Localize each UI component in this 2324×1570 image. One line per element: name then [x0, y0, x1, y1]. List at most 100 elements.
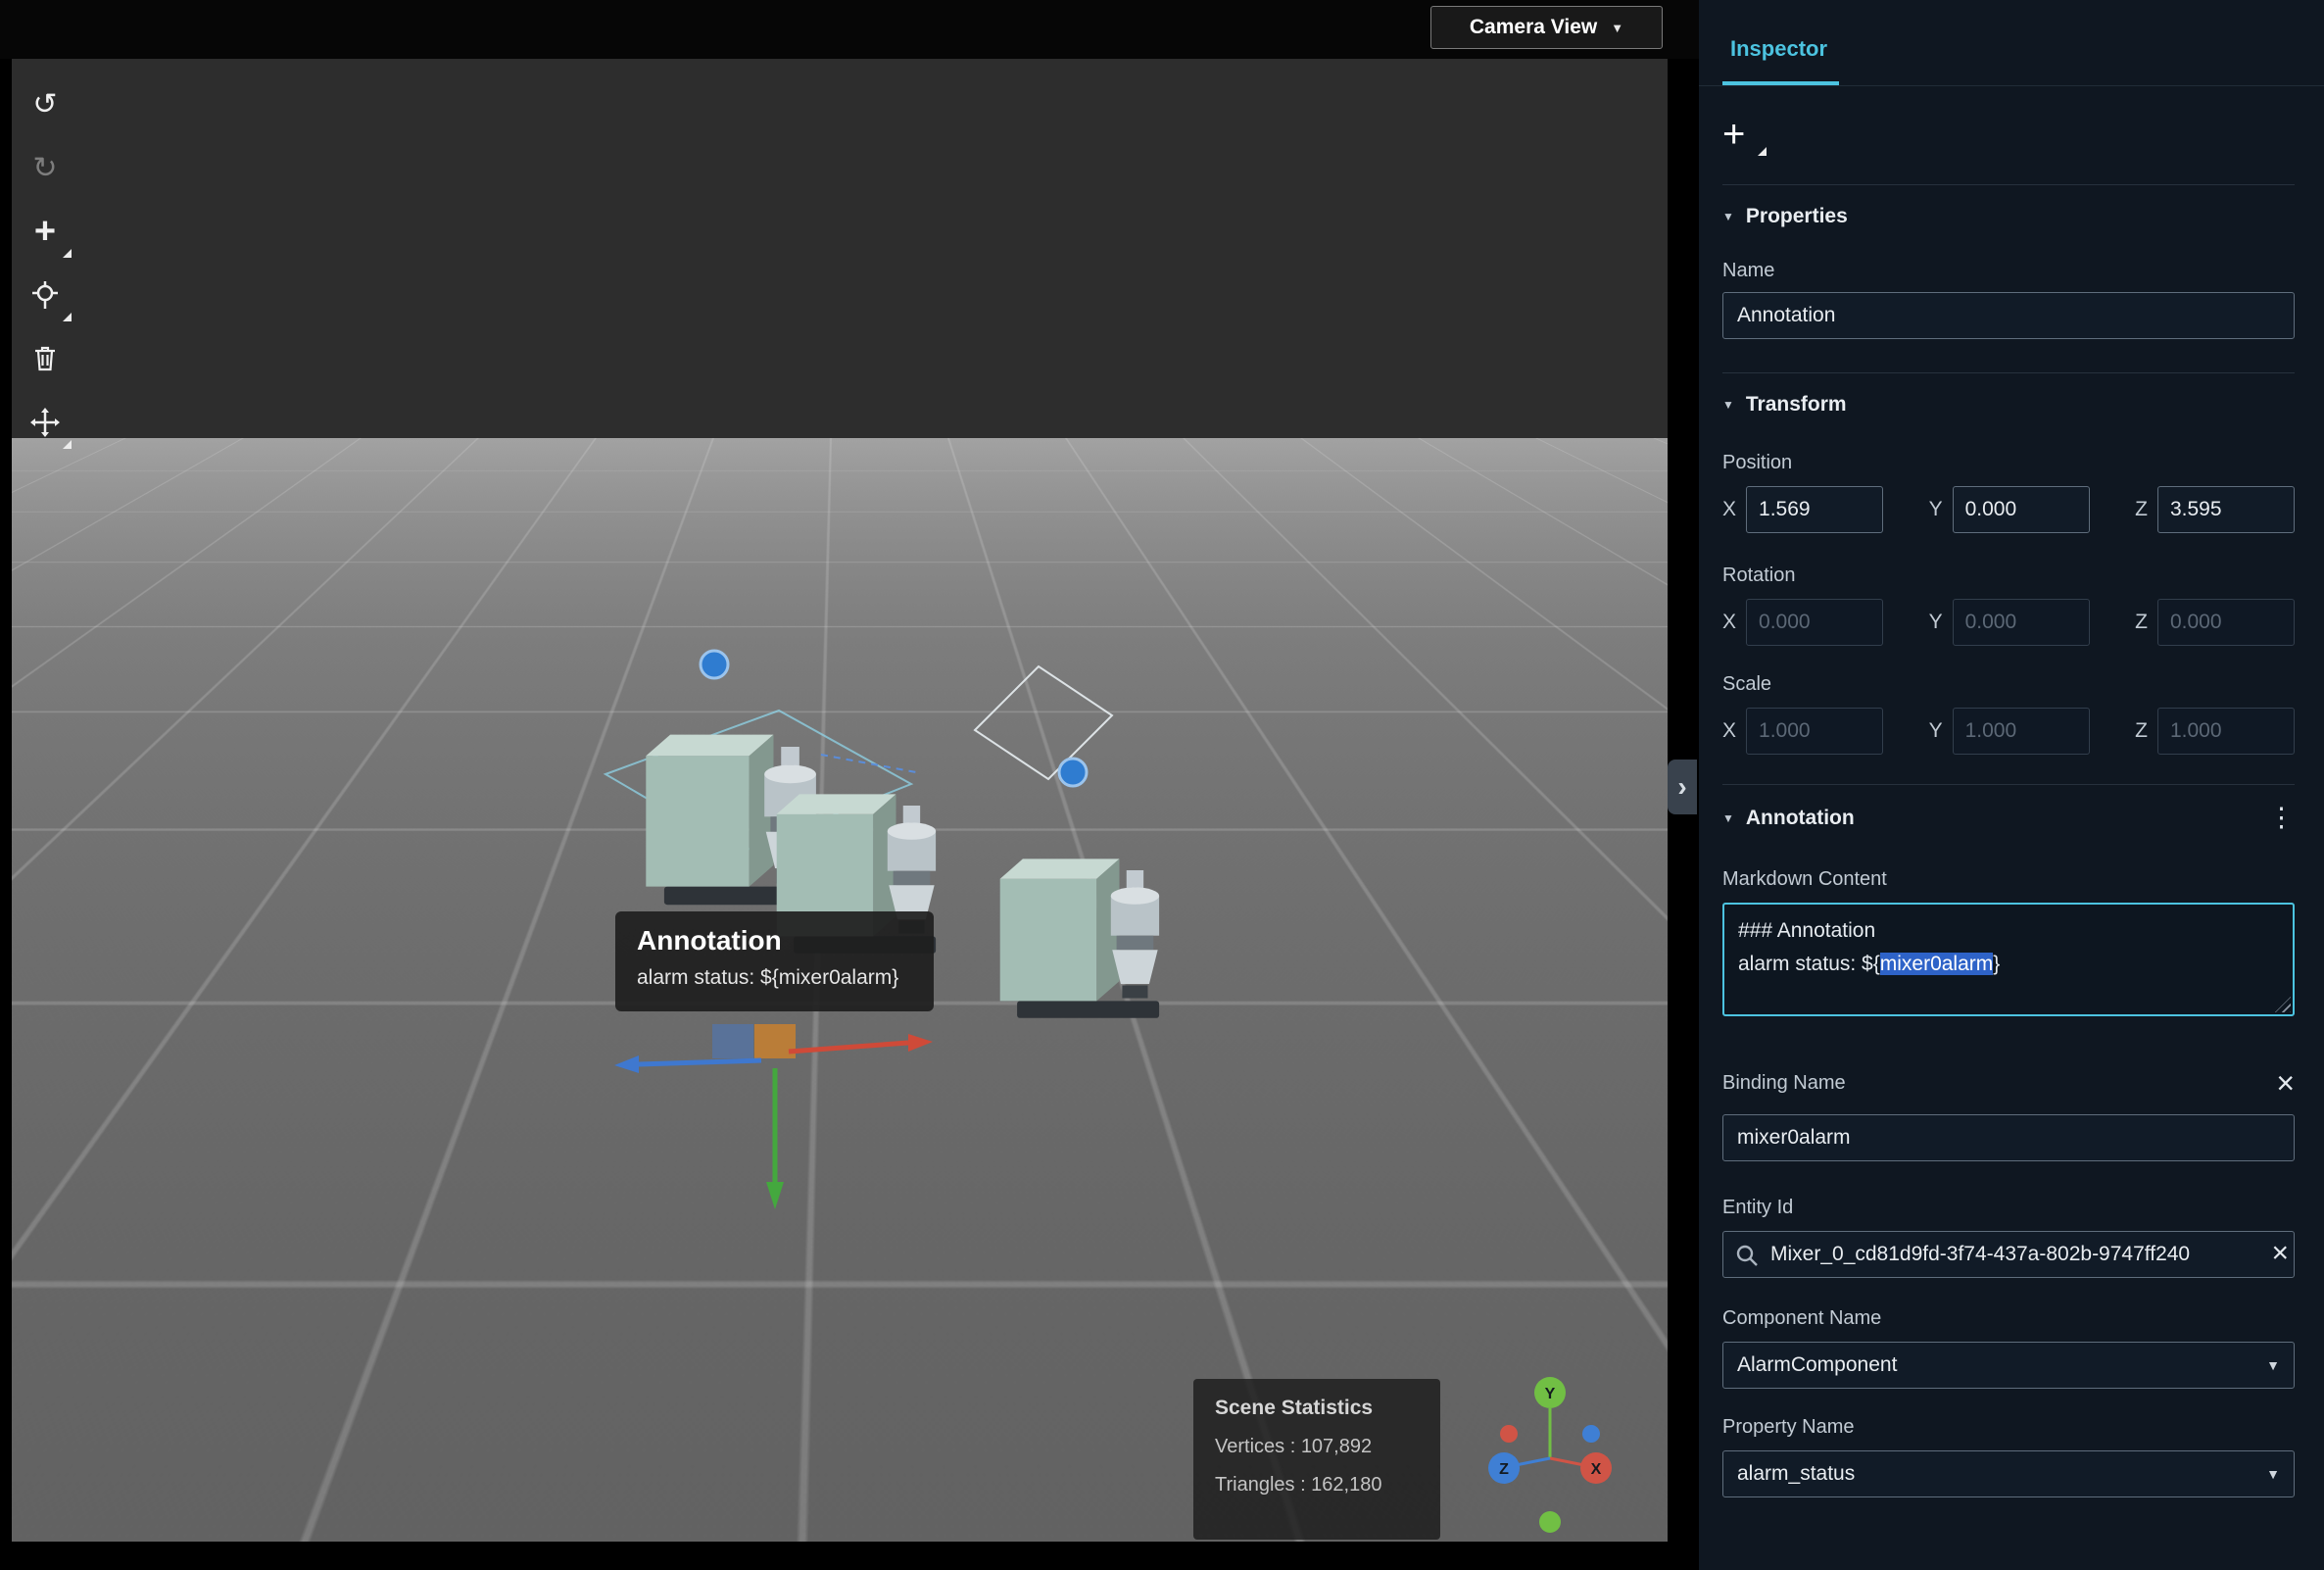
- undo-icon: ↺: [32, 87, 58, 121]
- annotation-overlay-title: Annotation: [637, 925, 782, 956]
- component-name-value: AlarmComponent: [1737, 1353, 1898, 1376]
- 3d-viewport[interactable]: ↺ ↻ + Annotation alarm status: ${mixer0a…: [12, 59, 1668, 1542]
- axis-y-label: Y: [1928, 719, 1943, 742]
- axis-neg-z-dot: [1582, 1425, 1600, 1443]
- section-annotation-header[interactable]: ▼ Annotation ⋮: [1722, 795, 2295, 841]
- axis-y-label: Y: [1928, 498, 1943, 520]
- selection-dashed-edge: [820, 754, 917, 773]
- flyout-indicator-icon: [63, 440, 72, 449]
- position-z-input[interactable]: [2156, 486, 2295, 533]
- scene-statistics-vertices: Vertices : 107,892: [1215, 1436, 1373, 1457]
- selection-handle[interactable]: [699, 649, 730, 680]
- chevron-right-icon: ›: [1677, 771, 1687, 802]
- annotation-frame-wireframe: [973, 664, 1114, 781]
- axis-y-label: Y: [1928, 611, 1943, 633]
- axis-neg-x-dot: [1500, 1425, 1518, 1443]
- annotation-overlay-body: alarm status: ${mixer0alarm}: [637, 966, 899, 989]
- delete-button[interactable]: [16, 329, 74, 388]
- resize-grip[interactable]: [2275, 997, 2291, 1012]
- axis-z-label: Z: [2135, 498, 2148, 520]
- component-name-select[interactable]: AlarmComponent ▼: [1722, 1342, 2295, 1389]
- kebab-menu-icon[interactable]: ⋮: [2268, 805, 2295, 831]
- entity-id-input[interactable]: [1722, 1231, 2295, 1278]
- redo-button[interactable]: ↻: [16, 138, 74, 197]
- translate-gizmo-x-arrow[interactable]: [788, 1034, 933, 1055]
- rotation-z-input: [2156, 599, 2295, 646]
- chevron-down-icon: ▼: [1611, 20, 1624, 35]
- markdown-content-textarea[interactable]: ### Annotation alarm status: ${mixer0ala…: [1722, 903, 2295, 1016]
- scale-label: Scale: [1722, 673, 1772, 695]
- undo-button[interactable]: ↺: [16, 74, 74, 133]
- scale-z-input: [2156, 708, 2295, 755]
- selection-handle[interactable]: [1057, 757, 1089, 788]
- flyout-indicator-icon: [63, 313, 72, 321]
- remove-binding-button[interactable]: ×: [2276, 1067, 2295, 1099]
- property-name-value: alarm_status: [1737, 1462, 1856, 1485]
- binding-name-row: Binding Name ×: [1722, 1067, 2295, 1099]
- binding-name-input[interactable]: [1722, 1114, 2295, 1161]
- scene-toolbar: ↺ ↻ +: [16, 74, 74, 452]
- clear-entity-button[interactable]: ×: [2271, 1239, 2289, 1268]
- tab-inspector[interactable]: Inspector: [1722, 36, 1840, 85]
- entity-id-field: ×: [1722, 1231, 2295, 1278]
- position-x-input[interactable]: [1746, 486, 1884, 533]
- axis-triad-gizmo[interactable]: Y X Z: [1477, 1375, 1633, 1542]
- markdown-line-1: ### Annotation: [1738, 919, 1876, 942]
- axis-x-label: X: [1591, 1461, 1602, 1478]
- mixer-model-3[interactable]: [999, 859, 1160, 1018]
- axis-z-label: Z: [2135, 611, 2148, 633]
- rotation-x-input: [1746, 599, 1884, 646]
- property-name-label: Property Name: [1722, 1416, 1855, 1438]
- section-properties: ▼ Properties Name: [1722, 184, 2295, 372]
- search-icon: [1736, 1245, 1758, 1266]
- axis-z-label: Z: [1499, 1461, 1509, 1478]
- anchor-tool-button[interactable]: [16, 266, 74, 324]
- axis-x-label: X: [1722, 498, 1737, 520]
- camera-view-dropdown[interactable]: Camera View ▼: [1430, 6, 1663, 49]
- camera-view-label: Camera View: [1469, 16, 1598, 38]
- markdown-content-label: Markdown Content: [1722, 868, 1887, 890]
- position-row: X Y Z: [1722, 486, 2295, 533]
- axis-x-label: X: [1722, 611, 1737, 633]
- close-icon: ×: [2276, 1065, 2295, 1101]
- entity-id-label: Entity Id: [1722, 1197, 1794, 1218]
- scene-statistics-title: Scene Statistics: [1215, 1397, 1374, 1419]
- axis-z-label: Z: [2135, 719, 2148, 742]
- plus-icon: +: [33, 210, 57, 252]
- position-label: Position: [1722, 452, 1793, 473]
- chevron-down-icon: ▼: [1722, 398, 1734, 412]
- binding-name-label: Binding Name: [1722, 1071, 1846, 1094]
- scene-statistics-panel: Scene Statistics Vertices : 107,892 Tria…: [1193, 1379, 1440, 1540]
- section-title: Properties: [1745, 205, 1848, 227]
- rotation-label: Rotation: [1722, 564, 1796, 586]
- translate-gizmo-y-arrow[interactable]: [766, 1068, 784, 1209]
- panel-collapse-handle[interactable]: ›: [1668, 760, 1697, 814]
- annotation-overlay: Annotation alarm status: ${mixer0alarm}: [615, 911, 934, 1011]
- position-y-input[interactable]: [1952, 486, 2090, 533]
- scene-3d-overlay: [603, 649, 1160, 1209]
- chevron-down-icon: ▼: [1722, 810, 1734, 825]
- chevron-down-icon: ▼: [1722, 210, 1734, 223]
- translate-gizmo-plane-handle[interactable]: [712, 1024, 753, 1058]
- target-icon: [32, 281, 58, 309]
- scale-row: X Y Z: [1722, 708, 2295, 755]
- axis-y-label: Y: [1545, 1386, 1556, 1402]
- add-component-button[interactable]: +: [1722, 110, 1769, 159]
- section-annotation: ▼ Annotation ⋮ Markdown Content ### Anno…: [1722, 784, 2295, 1497]
- section-title: Annotation: [1745, 806, 1855, 829]
- redo-icon: ↻: [32, 151, 58, 184]
- rotation-y-input: [1952, 599, 2090, 646]
- move-tool-button[interactable]: [16, 393, 74, 452]
- chevron-down-icon: ▼: [2266, 1466, 2280, 1482]
- section-transform: ▼ Transform Position X Y Z Rotation: [1722, 372, 2295, 784]
- add-object-button[interactable]: +: [16, 202, 74, 261]
- name-input[interactable]: [1722, 292, 2295, 339]
- scene-statistics-triangles: Triangles : 162,180: [1215, 1474, 1382, 1496]
- viewport-topbar: Camera View ▼: [0, 0, 1699, 59]
- close-icon: ×: [2271, 1237, 2289, 1269]
- translate-gizmo: [614, 1024, 933, 1209]
- selected-text: mixer0alarm: [1879, 952, 1994, 975]
- property-name-select[interactable]: alarm_status ▼: [1722, 1450, 2295, 1497]
- section-properties-header[interactable]: ▼ Properties: [1722, 195, 2295, 238]
- section-transform-header[interactable]: ▼ Transform: [1722, 383, 2295, 426]
